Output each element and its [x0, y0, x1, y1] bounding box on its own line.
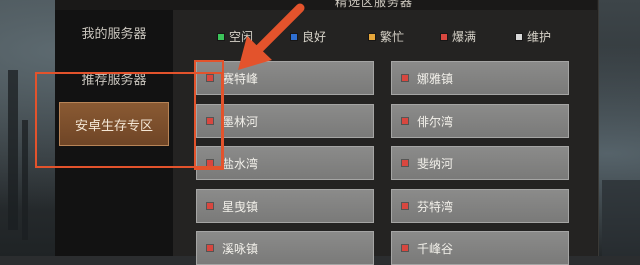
pointer-arrow-icon [238, 3, 305, 70]
